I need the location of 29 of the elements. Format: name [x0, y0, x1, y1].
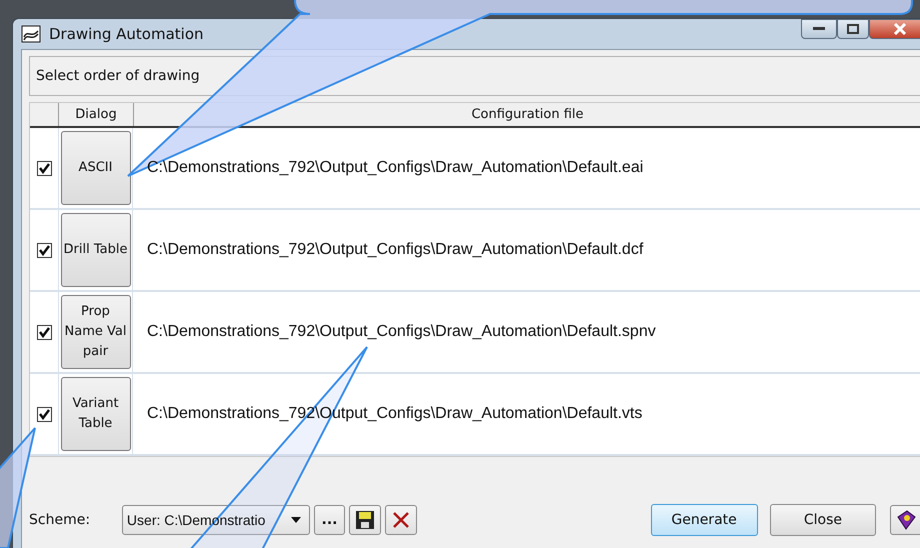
browse-button[interactable]: ... — [314, 505, 346, 535]
save-button[interactable] — [349, 505, 381, 535]
maximize-icon — [847, 24, 859, 34]
generate-button[interactable]: Generate — [650, 504, 758, 536]
dialog-button[interactable]: Drill Table — [60, 213, 130, 287]
checkbox[interactable] — [36, 406, 52, 422]
checkbox[interactable] — [36, 160, 52, 176]
checkbox[interactable] — [36, 242, 52, 258]
help-button[interactable] — [890, 505, 920, 535]
window-title: Drawing Automation — [49, 25, 204, 43]
maximize-button[interactable] — [837, 19, 869, 39]
minimize-icon — [813, 27, 825, 31]
config-file-path: C:\Demonstrations_792\Output_Configs\Draw_Automation\Default.dcf — [147, 241, 644, 259]
config-file-path: C:\Demonstrations_792\Output_Configs\Draw_Automation\Default.eai — [147, 159, 644, 177]
close-icon — [893, 23, 907, 35]
caret-icon — [290, 517, 301, 523]
dialog-button[interactable]: Variant Table — [60, 377, 130, 451]
dialog-button[interactable]: Prop Name Val pair — [60, 295, 130, 369]
close-button[interactable] — [869, 19, 920, 39]
checkbox[interactable] — [36, 324, 52, 340]
delete-button[interactable] — [384, 505, 417, 535]
dialog-button[interactable]: ASCII — [60, 131, 130, 205]
scheme-label: Scheme: — [29, 512, 92, 528]
minimize-button[interactable] — [801, 19, 837, 39]
column-header: Dialog — [58, 103, 133, 126]
close-icon — [392, 511, 410, 529]
close-dialog-button[interactable]: Close — [770, 504, 876, 536]
config-file-path: C:\Demonstrations_792\Output_Configs\Draw_Automation\Default.spnv — [147, 323, 657, 341]
app-icon — [21, 25, 41, 43]
